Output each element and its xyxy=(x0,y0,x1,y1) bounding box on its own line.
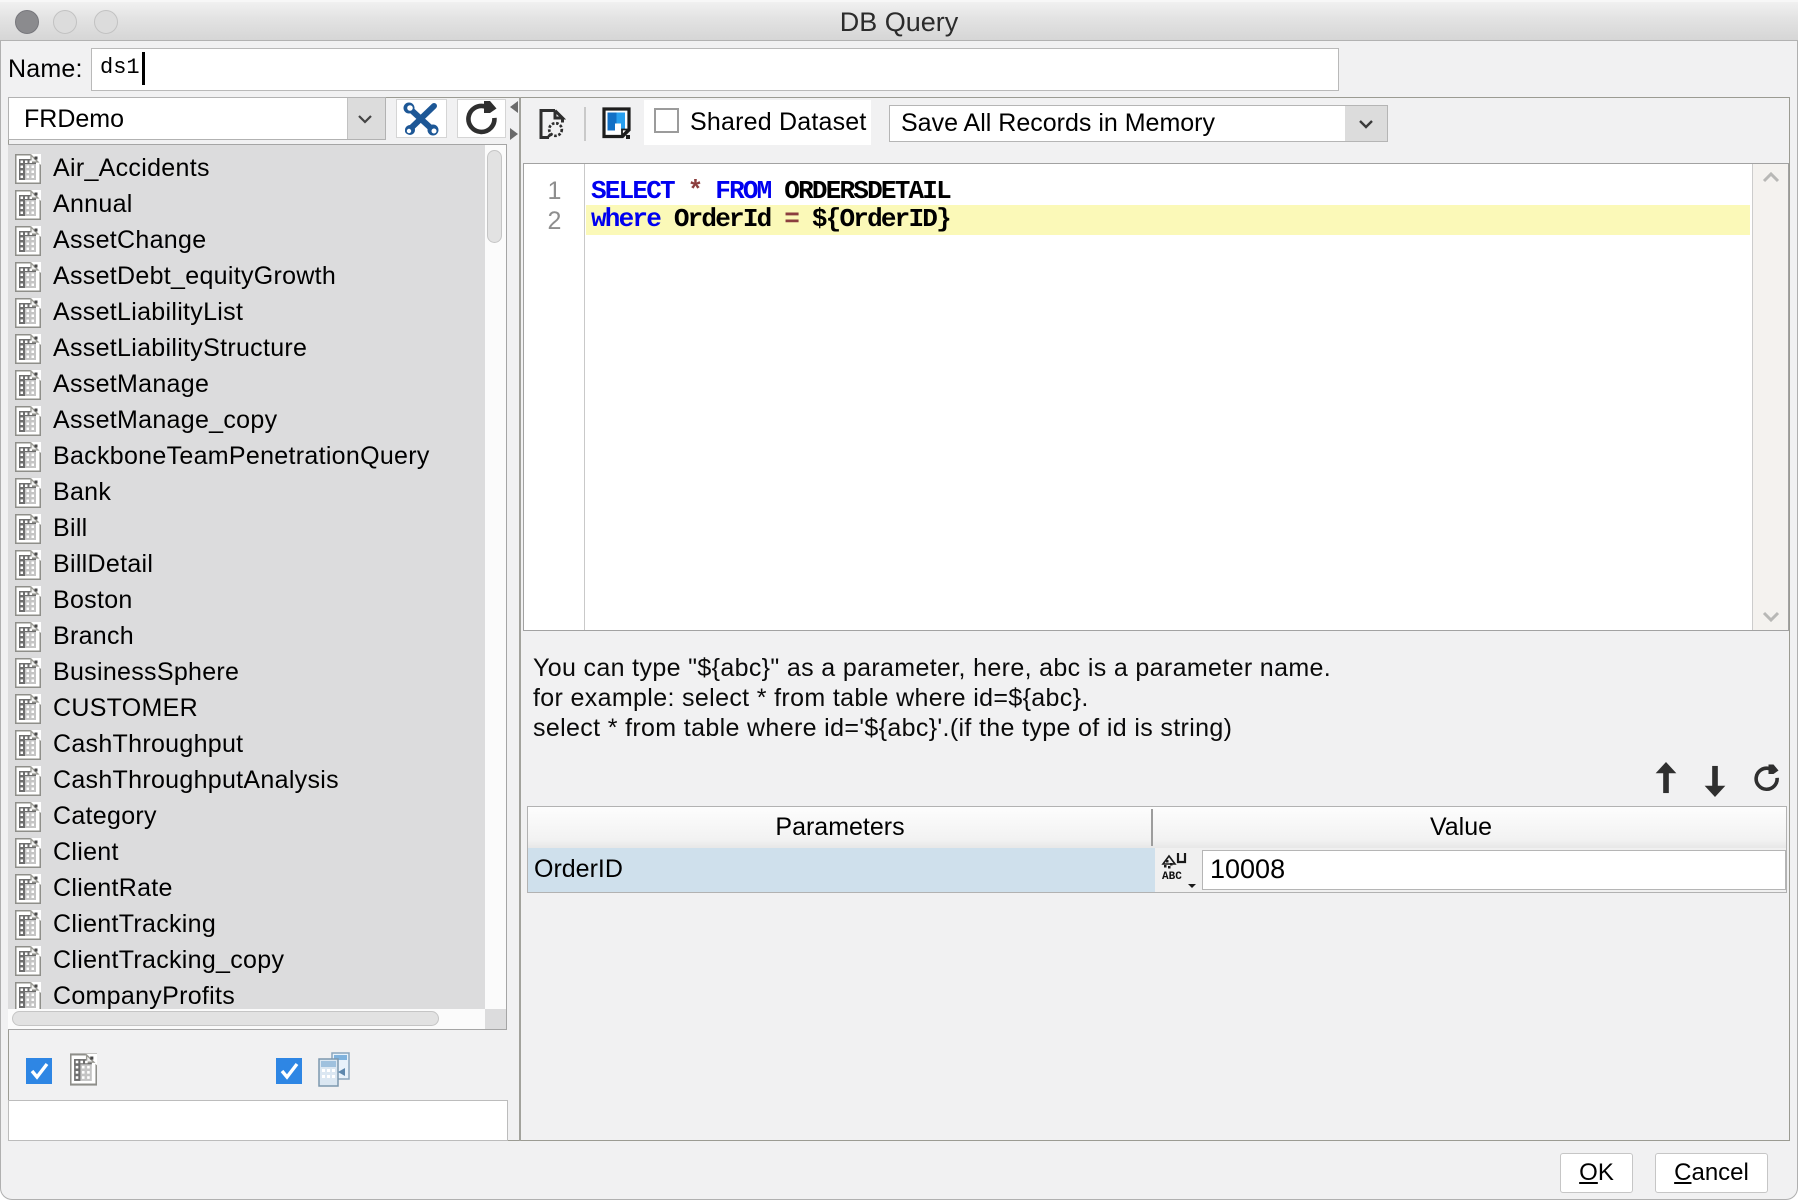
svg-text:ABC: ABC xyxy=(1162,871,1182,883)
